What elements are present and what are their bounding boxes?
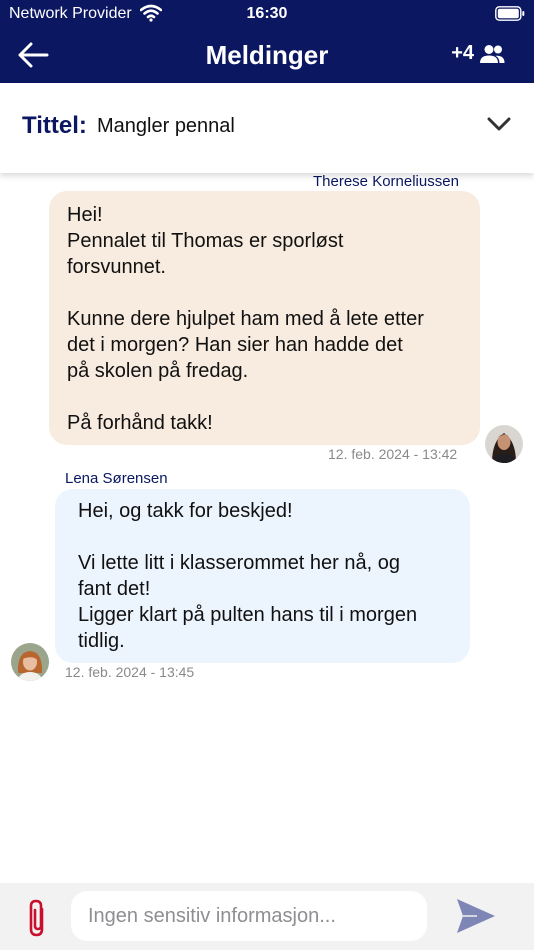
message-input[interactable] [71,891,427,941]
subject-value: Mangler pennal [97,115,235,137]
status-bar: Network Provider 16:30 [0,0,534,28]
avatar-therese [485,425,523,463]
message-line: På forhånd takk! [67,412,213,434]
chevron-down-icon[interactable] [486,115,512,133]
message-line: det i morgen? Han sier han hadde det [67,334,403,356]
message-composer [0,883,534,950]
message-sender-name: Therese Korneliussen [313,173,459,190]
message-line: tidlig. [78,630,125,652]
avatar-lena [11,643,49,681]
subject-header: Tittel: Mangler pennal [0,83,534,173]
message-line: fant det! [78,578,151,600]
navigation-bar: Meldinger +4 [0,28,534,83]
message-line [67,280,462,306]
message-line: Kunne dere hjulpet ham med å lete etter [67,308,424,330]
battery-icon [495,6,525,21]
message-line: Hei, og takk for beskjed! [78,500,293,522]
status-time: 16:30 [246,5,288,22]
people-icon [480,44,505,63]
message-line: på skolen på fredag. [67,360,249,382]
message-line: Ligger klart på pulten hans til i morgen [78,604,418,626]
message-bubble-outgoing[interactable]: Hei! Pennalet til Thomas er sporløst for… [49,191,480,445]
message-line: forsvunnet. [67,256,166,278]
message-timestamp: 12. feb. 2024 - 13:42 [328,446,458,462]
message-line [78,524,447,550]
message-line: Hei! [67,204,103,226]
participants-count: +4 [451,42,474,64]
message-timestamp: 12. feb. 2024 - 13:45 [65,664,195,680]
subject-label: Tittel: [22,112,87,139]
send-icon[interactable] [455,897,497,935]
message-line [67,384,462,410]
message-bubble-incoming[interactable]: Hei, og takk for beskjed! Vi lette litt … [55,489,470,663]
participants-button[interactable]: +4 [451,42,506,65]
message-line: Vi lette litt i klasserommet her nå, og [78,552,400,574]
paperclip-icon[interactable] [25,898,51,938]
message-sender-name: Lena Sørensen [65,470,168,487]
message-line: Pennalet til Thomas er sporløst [67,230,344,252]
